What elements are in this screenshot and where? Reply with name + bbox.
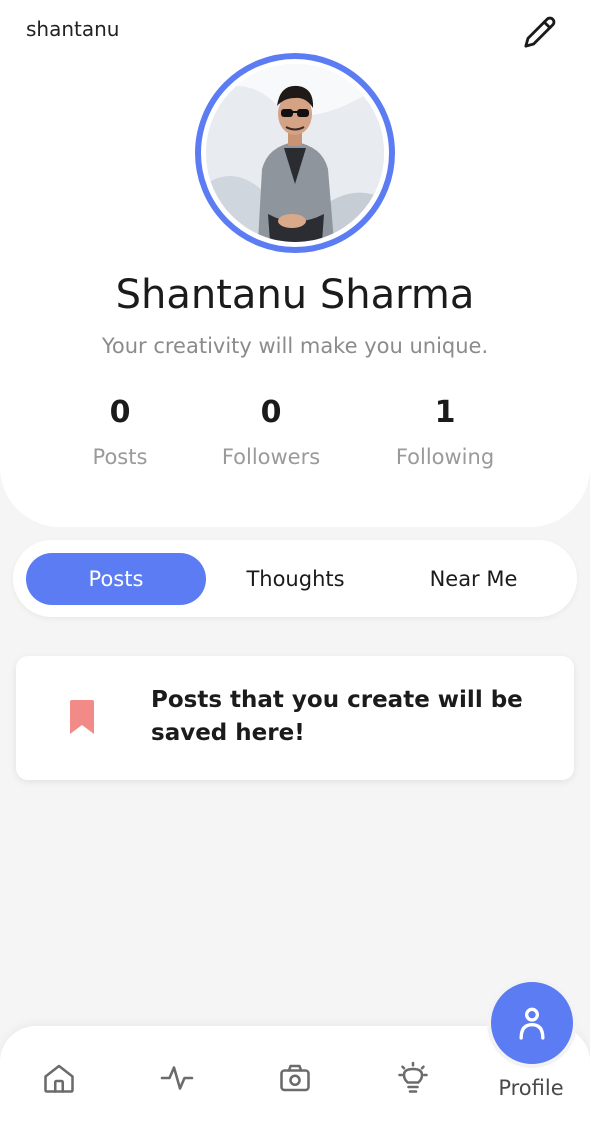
profile-header-card: shantanu Shantanu Sharma Your creativity… [0,0,590,527]
bio: Your creativity will make you unique. [101,334,489,358]
content-tabs: Posts Thoughts Near Me [13,540,577,617]
nav-profile-button[interactable] [487,978,577,1068]
edit-profile-button[interactable] [520,12,560,52]
person-icon [519,1007,545,1040]
lightbulb-icon [398,1061,428,1093]
stat-following-value: 1 [434,395,456,430]
bookmark-icon [68,699,96,739]
tab-near-me[interactable]: Near Me [391,553,556,605]
tab-posts[interactable]: Posts [26,553,206,605]
home-icon [44,1064,74,1093]
empty-state-card: Posts that you create will be saved here… [16,656,574,780]
stat-followers[interactable]: 0 Followers [206,395,336,469]
activity-icon [160,1066,194,1090]
stat-posts-label: Posts [92,445,148,469]
nav-camera-button[interactable] [273,1056,317,1100]
avatar-photo [206,64,384,242]
camera-icon [280,1064,310,1092]
nav-ideas-button[interactable] [391,1056,435,1100]
stat-followers-label: Followers [221,445,321,469]
username: shantanu [26,17,120,41]
full-name: Shantanu Sharma [115,272,475,318]
stat-followers-value: 0 [260,395,282,430]
stat-following-label: Following [395,445,495,469]
stat-posts[interactable]: 0 Posts [70,395,170,469]
empty-state-message: Posts that you create will be saved here… [151,687,523,746]
nav-profile-label: Profile [498,1076,564,1100]
avatar-ring[interactable] [195,53,395,253]
avatar [206,64,384,242]
pencil-icon [524,16,556,48]
stat-posts-value: 0 [109,395,131,430]
nav-home-button[interactable] [37,1056,81,1100]
tab-thoughts[interactable]: Thoughts [213,553,378,605]
stat-following[interactable]: 1 Following [380,395,510,469]
nav-activity-button[interactable] [155,1056,199,1100]
